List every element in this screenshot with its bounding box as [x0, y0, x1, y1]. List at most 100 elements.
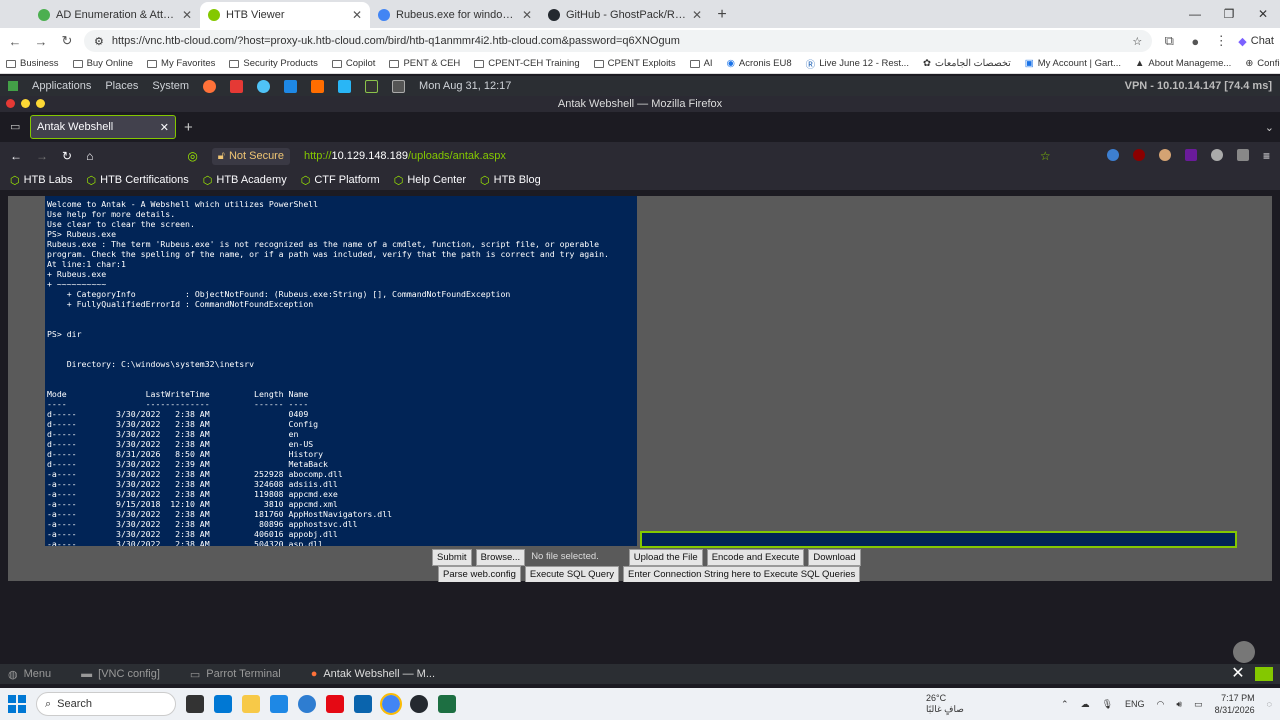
- new-tab-button[interactable]: +: [710, 2, 734, 28]
- close-window-icon[interactable]: ✕: [1246, 0, 1280, 28]
- windows-search-box[interactable]: ⌕ Search: [36, 692, 176, 716]
- chevron-down-icon[interactable]: ⌄: [1265, 121, 1274, 134]
- chrome-icon[interactable]: [380, 693, 402, 715]
- files-icon[interactable]: [392, 79, 406, 93]
- taskbar-vnc-config[interactable]: ▬ [VNC config]: [81, 668, 160, 680]
- taskbar-parrot-terminal[interactable]: ▭ Parrot Terminal: [190, 668, 281, 681]
- notification-icon[interactable]: ◌: [1267, 699, 1272, 709]
- maximize-dot-icon[interactable]: [36, 99, 45, 108]
- parrot-menu-button[interactable]: ◍ Menu: [8, 668, 51, 681]
- reload-icon[interactable]: ↻: [58, 33, 76, 49]
- chevron-up-icon[interactable]: ⌃: [1061, 699, 1069, 710]
- minimize-dot-icon[interactable]: [21, 99, 30, 108]
- close-dot-icon[interactable]: [6, 99, 15, 108]
- excel-icon[interactable]: [438, 695, 456, 713]
- volume-icon[interactable]: 🔊︎: [1176, 699, 1182, 710]
- copilot-chat-button[interactable]: ◆ Chat: [1238, 35, 1274, 48]
- weather-widget[interactable]: 26°C صافٍ غالبًا: [926, 693, 964, 715]
- store-icon[interactable]: [270, 695, 288, 713]
- upload-file-button[interactable]: Upload the File: [628, 549, 703, 566]
- apps-grid-icon[interactable]: [8, 81, 18, 91]
- settings-icon[interactable]: [1210, 149, 1223, 161]
- profile-avatar-icon[interactable]: ●: [1186, 34, 1204, 49]
- file-explorer-icon[interactable]: [242, 695, 260, 713]
- connection-string-input[interactable]: Enter Connection String here to Execute …: [623, 566, 861, 583]
- account-icon[interactable]: [1106, 149, 1119, 161]
- tab-list-icon[interactable]: ▭: [10, 120, 20, 133]
- app-icon[interactable]: [338, 79, 352, 93]
- netflix-icon[interactable]: [326, 695, 344, 713]
- bookmark-item[interactable]: ✿ تخصصات الجامعات: [923, 58, 1011, 69]
- system-clock[interactable]: 7:17 PM 8/31/2026: [1215, 692, 1255, 716]
- not-secure-badge[interactable]: 🔓︎ Not Secure: [211, 147, 290, 165]
- bookmark-item[interactable]: ⊕Configuring your...: [1245, 58, 1280, 69]
- chrome-tab-rubeus-google[interactable]: Rubeus.exe for windows - Google ✕: [370, 2, 540, 28]
- bookmark-item[interactable]: Copilot: [331, 58, 375, 69]
- download-button[interactable]: Download: [808, 549, 861, 566]
- close-tab-icon[interactable]: ✕: [352, 8, 362, 22]
- hamburger-menu-icon[interactable]: ≡: [1263, 149, 1270, 163]
- chrome-url-field[interactable]: ⚙ https://vnc.htb-cloud.com/?host=proxy-…: [84, 30, 1153, 52]
- cookie-icon[interactable]: [1158, 149, 1171, 161]
- burp-icon[interactable]: [311, 79, 325, 93]
- bookmark-item[interactable]: ⬡ Help Center: [394, 174, 466, 187]
- home-icon[interactable]: ⌂: [86, 149, 93, 163]
- bookmark-item[interactable]: AI: [689, 58, 713, 69]
- site-info-icon[interactable]: ⚙: [94, 35, 104, 48]
- minimize-icon[interactable]: —: [1178, 0, 1212, 28]
- extension-badge-icon[interactable]: [1184, 149, 1197, 161]
- bookmark-item[interactable]: Ⓡ Live June 12 - Rest...: [806, 57, 909, 71]
- places-menu[interactable]: Places: [105, 80, 138, 92]
- bookmark-item[interactable]: ⬡ HTB Labs: [10, 174, 73, 187]
- vnc-close-icon[interactable]: ✕: [1229, 666, 1247, 683]
- submit-button[interactable]: Submit: [432, 549, 472, 566]
- new-tab-button[interactable]: +: [184, 119, 193, 136]
- language-indicator[interactable]: ENG: [1125, 699, 1145, 709]
- bookmark-item[interactable]: My Favorites: [147, 58, 215, 69]
- bookmark-item[interactable]: Security Products: [229, 58, 318, 69]
- firefox-icon[interactable]: [203, 79, 217, 93]
- outlook-icon[interactable]: [354, 695, 372, 713]
- bookmark-item[interactable]: ⬡ HTB Blog: [480, 174, 541, 187]
- wifi-icon[interactable]: ◠: [1157, 699, 1165, 710]
- bookmark-item[interactable]: ▲ About Manageme...: [1135, 58, 1231, 69]
- app-icon[interactable]: [214, 695, 232, 713]
- forward-icon[interactable]: →: [32, 34, 50, 49]
- chromium-icon[interactable]: [257, 79, 271, 93]
- firefox-tab-antak[interactable]: Antak Webshell ✕: [30, 115, 176, 139]
- onedrive-icon[interactable]: ☁: [1081, 699, 1090, 710]
- bookmark-item[interactable]: ◉ Acronis EU8: [727, 58, 792, 69]
- bookmark-item[interactable]: ▣ My Account | Gart...: [1025, 58, 1121, 69]
- chrome-tab-htb-viewer[interactable]: HTB Viewer ✕: [200, 2, 370, 28]
- shield-icon[interactable]: ◎: [187, 149, 197, 163]
- forward-icon[interactable]: →: [36, 149, 48, 163]
- bookmark-star-icon[interactable]: ☆: [1040, 149, 1051, 163]
- battery-icon[interactable]: ▭: [1194, 699, 1203, 710]
- windows-start-icon[interactable]: [8, 695, 26, 713]
- execute-sql-button[interactable]: Execute SQL Query: [524, 566, 620, 583]
- chrome-tab-github-rubeus[interactable]: GitHub - GhostPack/Rubeus: Trying ✕: [540, 2, 710, 28]
- applications-menu[interactable]: Applications: [32, 80, 91, 92]
- browse-button[interactable]: Browse...: [475, 549, 526, 566]
- vscode-icon[interactable]: [284, 79, 298, 93]
- encode-execute-button[interactable]: Encode and Execute: [706, 549, 805, 566]
- task-view-icon[interactable]: [186, 695, 204, 713]
- vnc-clipboard-icon[interactable]: [1233, 641, 1255, 663]
- back-icon[interactable]: ←: [10, 149, 22, 163]
- bookmark-item[interactable]: PENT & CEH: [389, 58, 460, 69]
- mic-icon[interactable]: 🎙︎: [1102, 699, 1113, 710]
- command-input[interactable]: [640, 531, 1237, 548]
- close-tab-icon[interactable]: ✕: [182, 8, 192, 22]
- firefox-url[interactable]: http://10.129.148.189/uploads/antak.aspx: [304, 150, 506, 162]
- back-icon[interactable]: ←: [6, 34, 24, 49]
- extensions-icon[interactable]: ⧉: [1160, 33, 1178, 49]
- bookmark-item[interactable]: Buy Online: [72, 58, 133, 69]
- launcher-icon[interactable]: [230, 79, 244, 93]
- reload-icon[interactable]: ↻: [62, 149, 72, 163]
- close-tab-icon[interactable]: ✕: [692, 8, 702, 22]
- close-tab-icon[interactable]: ✕: [160, 121, 169, 134]
- bookmark-item[interactable]: Business: [6, 58, 59, 69]
- bookmark-item[interactable]: CPENT-CEH Training: [474, 58, 580, 69]
- chrome-tab-ad-enumeration[interactable]: AD Enumeration & Attacks - Skills ✕: [30, 2, 200, 28]
- parse-webconfig-button[interactable]: Parse web.config: [438, 566, 521, 583]
